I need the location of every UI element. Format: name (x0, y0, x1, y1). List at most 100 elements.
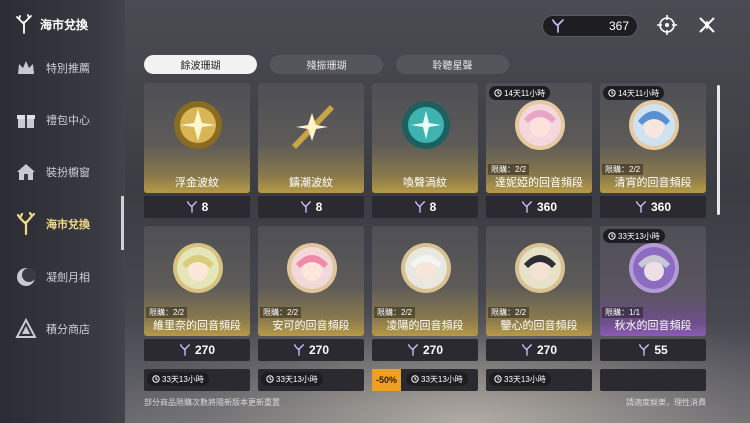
nav-label: 凝劍月相 (46, 272, 90, 284)
price-button[interactable]: 55 (600, 339, 706, 361)
item-card: 限購：2/2 鑒心的回音頻段 (486, 226, 592, 336)
close-icon[interactable] (696, 14, 718, 36)
shop-item[interactable]: 限購：2/2 安可的回音頻段 270 (258, 226, 364, 361)
timer-text: 14天11小時 (618, 88, 660, 98)
price-button[interactable]: 8 (144, 196, 250, 218)
nav-label: 禮包中心 (46, 115, 90, 127)
purple-char-art (629, 243, 679, 293)
shop-item[interactable]: 浮金波紋 8 (144, 83, 250, 218)
item-name: 鑄潮波紋 (289, 177, 333, 189)
price-button[interactable]: 8 (372, 196, 478, 218)
coral-currency-icon (186, 201, 197, 213)
tab-listening-stars[interactable]: 聆聽星聲 (396, 55, 509, 74)
shop-item[interactable]: 鑄潮波紋 8 (258, 83, 364, 218)
target-icon[interactable] (656, 14, 678, 36)
nav-outfit-showcase[interactable]: 裝扮櫥窗 (14, 157, 90, 187)
pink-char-art (515, 100, 565, 150)
item-card: 限購：2/2 安可的回音頻段 (258, 226, 364, 336)
nav-label: 海市兌換 (46, 219, 90, 231)
price-button[interactable]: 270 (486, 339, 592, 361)
coral-currency-icon (522, 344, 532, 356)
item-card: 33天13小時 限購：1/1 秋水的回音頻段 (600, 226, 706, 336)
brand-title: 海市兌換 (40, 17, 89, 32)
white-char-art (401, 243, 451, 293)
nav-special-offers[interactable]: 特別推薦 (14, 53, 90, 83)
green-char-art (173, 243, 223, 293)
item-name: 安可的回音頻段 (272, 320, 350, 332)
item-grid: 浮金波紋 8 鑄潮波紋 8 喚聲渦紋 8 14天11小時 限購：2/2 達妮婭的回音頻段 360 1… (144, 83, 706, 361)
price-value: 8 (429, 200, 437, 214)
teal-orb-art (402, 101, 450, 149)
item-card: 浮金波紋 (144, 83, 250, 193)
tab-bar: 餘波珊瑚 殘振珊瑚 聆聽星聲 (144, 55, 509, 74)
item-name: 凌陽的回音頻段 (386, 320, 464, 332)
price-value: 360 (536, 200, 558, 214)
item-name: 浮金波紋 (175, 177, 219, 189)
clock-icon (152, 375, 160, 383)
shop-item[interactable]: 14天11小時 限購：2/2 清宵的回音頻段 360 (600, 83, 706, 218)
shop-item-partial[interactable]: 33天13小時 (144, 369, 250, 391)
coral-currency-icon (636, 201, 646, 213)
nav-points-shop[interactable]: 積分商店 (14, 314, 90, 344)
timer-badge: 33天13小時 (489, 372, 551, 386)
clock-icon (411, 375, 419, 383)
item-name: 秋水的回音頻段 (614, 320, 692, 332)
item-card: 限購：2/2 維里奈的回音頻段 (144, 226, 250, 336)
nav-label: 特別推薦 (46, 63, 90, 75)
tab-oscillated-coral[interactable]: 殘振珊瑚 (270, 55, 383, 74)
coral-currency-icon (639, 344, 650, 356)
price-button[interactable]: 270 (144, 339, 250, 361)
shop-item[interactable]: 33天13小時 限購：1/1 秋水的回音頻段 55 (600, 226, 706, 361)
coral-currency-icon (408, 344, 418, 356)
timer-text: 33天13小時 (618, 231, 660, 241)
item-card: 14天11小時 限購：2/2 達妮婭的回音頻段 (486, 83, 592, 193)
gift-icon (14, 108, 38, 132)
shop-item-partial[interactable]: 33天13小時 (258, 369, 364, 391)
shop-item-partial[interactable]: 33天13小時 (486, 369, 592, 391)
timer-badge: 33天13小時 (261, 372, 323, 386)
tab-residual-coral[interactable]: 餘波珊瑚 (144, 55, 257, 74)
clock-icon (608, 89, 616, 97)
price-button[interactable]: 270 (258, 339, 364, 361)
nav-label: 裝扮櫥窗 (46, 167, 90, 179)
footnote-advice: 請適度娛樂，理性消費 (626, 398, 706, 407)
shop-item-partial[interactable] (600, 369, 706, 391)
currency-amount: 367 (608, 19, 629, 33)
price-value: 270 (422, 343, 444, 357)
shop-item[interactable]: 喚聲渦紋 8 (372, 83, 478, 218)
scrollbar[interactable] (717, 85, 720, 215)
timer-badge: 33天13小時 (147, 372, 209, 386)
shop-item-partial[interactable]: -50% 33天13小時 (372, 369, 478, 391)
price-button[interactable]: 360 (486, 196, 592, 218)
gold-orb-art (174, 101, 222, 149)
house-icon (14, 160, 38, 184)
price-button[interactable]: 270 (372, 339, 478, 361)
price-button[interactable]: 360 (600, 196, 706, 218)
blue-char-art (629, 100, 679, 150)
moon-icon (14, 265, 38, 289)
shop-item[interactable]: 限購：2/2 凌陽的回音頻段 270 (372, 226, 478, 361)
nav-lunar-sword[interactable]: 凝劍月相 (14, 262, 90, 292)
pinkhair-char-art (287, 243, 337, 293)
clock-icon (494, 375, 502, 383)
price-value: 270 (536, 343, 558, 357)
discount-badge: -50% (372, 369, 402, 391)
timer-text: 33天13小時 (504, 374, 546, 384)
price-button[interactable]: 8 (258, 196, 364, 218)
nav-sea-exchange[interactable]: 海市兌換 (14, 209, 90, 239)
price-value: 270 (194, 343, 216, 357)
shop-item[interactable]: 限購：2/2 維里奈的回音頻段 270 (144, 226, 250, 361)
nav-gift-center[interactable]: 禮包中心 (14, 105, 90, 135)
price-value: 270 (308, 343, 330, 357)
timer-badge: 14天11小時 (489, 86, 551, 100)
dark-char-art (515, 243, 565, 293)
item-name: 清宵的回音頻段 (614, 177, 692, 189)
item-name: 達妮婭的回音頻段 (495, 177, 583, 189)
nav-label: 積分商店 (46, 324, 90, 336)
coral-currency-icon (414, 201, 425, 213)
gold-blade-art (292, 105, 334, 149)
crown-icon (14, 56, 38, 80)
shop-item[interactable]: 限購：2/2 鑒心的回音頻段 270 (486, 226, 592, 361)
shop-item[interactable]: 14天11小時 限購：2/2 達妮婭的回音頻段 360 (486, 83, 592, 218)
coral-currency-icon (294, 344, 304, 356)
